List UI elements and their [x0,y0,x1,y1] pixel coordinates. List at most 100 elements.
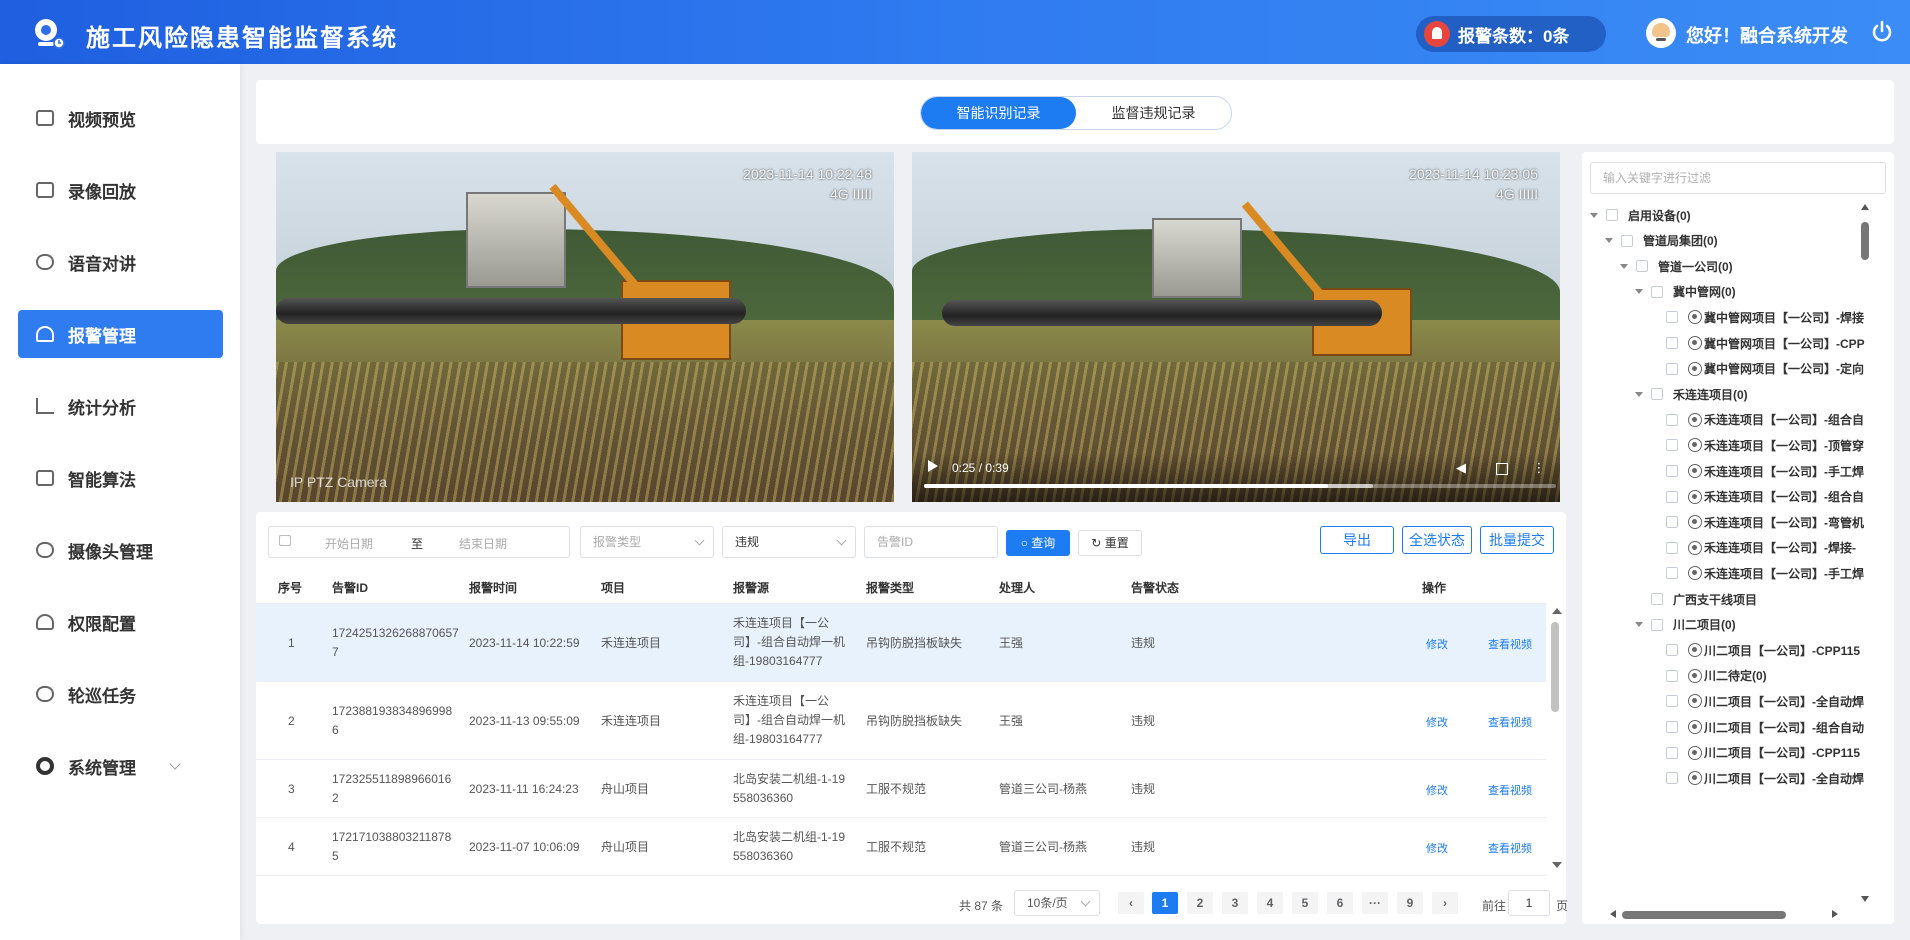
tree-scrollbar[interactable] [1860,204,1870,904]
sidebar-item-intercom[interactable]: 语音对讲 [18,238,223,286]
tree-checkbox[interactable] [1666,772,1678,785]
tree-group-node[interactable]: 管道局集团(0) [1605,230,1718,252]
scroll-down-icon[interactable] [1861,896,1869,902]
sidebar-item-system-management[interactable]: 系统管理 [18,742,223,790]
tree-filter-input[interactable]: 输入关键字进行过滤 [1590,162,1886,194]
tree-group-node[interactable]: 启用设备(0) [1590,204,1691,226]
alarm-video-player[interactable]: 2023-11-14 10:23:05 4G IIIII 0:25 / 0:39… [912,152,1560,502]
power-icon[interactable] [1870,20,1894,44]
tree-camera-node[interactable]: 禾连连项目【一公司】-组合自 [1666,409,1864,431]
scroll-right-icon[interactable] [1832,910,1838,918]
tree-group-node[interactable]: 禾连连项目(0) [1635,383,1748,405]
scroll-up-icon[interactable] [1552,608,1562,614]
export-button[interactable]: 导出 [1320,526,1394,554]
alarm-type-select[interactable]: 报警类型 [580,526,714,558]
date-range-picker[interactable]: 开始日期 至 结束日期 [268,526,570,558]
goto-page-input[interactable]: 1 [1508,890,1550,916]
scroll-thumb[interactable] [1551,622,1559,712]
table-row[interactable]: 4 172171038803211878 5 2023-11-07 10:06:0… [256,818,1546,876]
sidebar-item-permissions[interactable]: 权限配置 [18,598,223,646]
sidebar-item-alarm-management[interactable]: 报警管理 [18,310,223,358]
play-icon[interactable] [928,460,938,472]
table-scrollbar[interactable] [1548,604,1562,872]
page-button[interactable]: 5 [1292,892,1318,914]
view-video-link[interactable]: 查看视频 [1488,840,1532,856]
tab-smart-recognition[interactable]: 智能识别记录 [921,97,1076,129]
view-video-link[interactable]: 查看视频 [1488,714,1532,730]
tree-checkbox[interactable] [1666,516,1678,529]
tree-group-node[interactable]: 冀中管网(0) [1635,281,1736,303]
avatar[interactable] [1646,18,1676,48]
tree-checkbox[interactable] [1666,746,1678,759]
alarm-count-badge[interactable]: 报警条数：0条 [1416,16,1606,52]
edit-link[interactable]: 修改 [1426,782,1448,798]
caret-down-icon[interactable] [1590,212,1598,218]
caret-down-icon[interactable] [1605,238,1613,244]
tree-checkbox[interactable] [1666,311,1678,324]
fullscreen-icon[interactable] [1496,463,1508,475]
sidebar-item-statistics[interactable]: 统计分析 [18,382,223,430]
scroll-thumb[interactable] [1622,911,1786,919]
page-button[interactable]: 4 [1257,892,1283,914]
tree-checkbox[interactable] [1666,439,1678,452]
view-video-link[interactable]: 查看视频 [1488,782,1532,798]
tree-checkbox[interactable] [1651,285,1663,298]
view-video-link[interactable]: 查看视频 [1488,636,1532,652]
tree-camera-node[interactable]: 冀中管网项目【一公司】-焊接 [1666,306,1864,328]
page-button[interactable]: 3 [1222,892,1248,914]
tree-camera-node[interactable]: 禾连连项目【一公司】-焊接- [1666,537,1856,559]
tree-camera-node[interactable]: 川二项目【一公司】-全自动焊 [1666,767,1864,789]
tree-camera-node[interactable]: 禾连连项目【一公司】-手工焊 [1666,562,1864,584]
batch-submit-button[interactable]: 批量提交 [1480,526,1554,554]
page-button[interactable]: 1 [1152,892,1178,914]
more-options-icon[interactable]: ⋮ [1532,461,1546,475]
search-button[interactable]: ○ 查询 [1006,530,1070,556]
tree-camera-node[interactable]: 川二项目【一公司】-CPP115 [1666,639,1860,661]
start-date-input[interactable]: 开始日期 [325,535,373,552]
tree-checkbox[interactable] [1666,644,1678,657]
tree-checkbox[interactable] [1651,388,1663,401]
tree-camera-node[interactable]: 禾连连项目【一公司】-弯管机 [1666,511,1864,533]
edit-link[interactable]: 修改 [1426,636,1448,652]
select-all-status-button[interactable]: 全选状态 [1402,526,1472,554]
page-button[interactable]: 9 [1397,892,1423,914]
tree-checkbox[interactable] [1621,234,1633,247]
volume-icon[interactable]: ◀ [1454,461,1468,475]
page-button[interactable]: 2 [1187,892,1213,914]
tree-camera-node[interactable]: 川二项目【一公司】-CPP115 [1666,742,1860,764]
tree-group-node[interactable]: 川二项目(0) [1635,614,1736,636]
scroll-left-icon[interactable] [1610,910,1616,918]
sidebar-item-video-preview[interactable]: 视频预览 [18,94,223,142]
tree-group-node[interactable]: 广西支干线项目 [1651,588,1757,610]
scroll-up-icon[interactable] [1861,204,1869,210]
page-size-select[interactable]: 10条/页 [1014,890,1100,916]
tree-camera-node[interactable]: 川二项目【一公司】-全自动焊 [1666,690,1864,712]
tree-checkbox[interactable] [1666,567,1678,580]
sidebar-item-patrol-tasks[interactable]: 轮巡任务 [18,670,223,718]
scroll-thumb[interactable] [1861,222,1869,260]
end-date-input[interactable]: 结束日期 [459,535,507,552]
tree-group-node[interactable]: 管道一公司(0) [1620,255,1733,277]
tree-camera-node[interactable]: 冀中管网项目【一公司】-定向 [1666,358,1864,380]
table-row[interactable]: 2 172388193834896998 6 2023-11-13 09:55:0… [256,682,1546,760]
caret-down-icon[interactable] [1635,391,1643,397]
tree-checkbox[interactable] [1666,490,1678,503]
tree-checkbox[interactable] [1636,260,1648,273]
page-button[interactable]: 6 [1327,892,1353,914]
tree-camera-node[interactable]: 禾连连项目【一公司】-顶管穿 [1666,434,1864,456]
tree-checkbox[interactable] [1606,209,1618,221]
tree-checkbox[interactable] [1666,721,1678,733]
tree-checkbox[interactable] [1666,413,1678,426]
edit-link[interactable]: 修改 [1426,840,1448,856]
tree-checkbox[interactable] [1666,669,1678,682]
tree-camera-node[interactable]: 禾连连项目【一公司】-组合自 [1666,486,1864,508]
status-select[interactable]: 违规 [722,526,856,558]
caret-down-icon[interactable] [1635,289,1643,295]
tree-camera-node[interactable]: 禾连连项目【一公司】-手工焊 [1666,460,1864,482]
tree-checkbox[interactable] [1666,362,1678,375]
tree-camera-node[interactable]: 冀中管网项目【一公司】-CPP [1666,332,1865,354]
tree-camera-node[interactable]: 川二项目【一公司】-组合自动 [1666,716,1864,738]
tree-checkbox[interactable] [1651,593,1663,605]
edit-link[interactable]: 修改 [1426,714,1448,730]
table-row[interactable]: 1 1724251326268870657 7 2023-11-14 10:22:… [256,604,1546,682]
